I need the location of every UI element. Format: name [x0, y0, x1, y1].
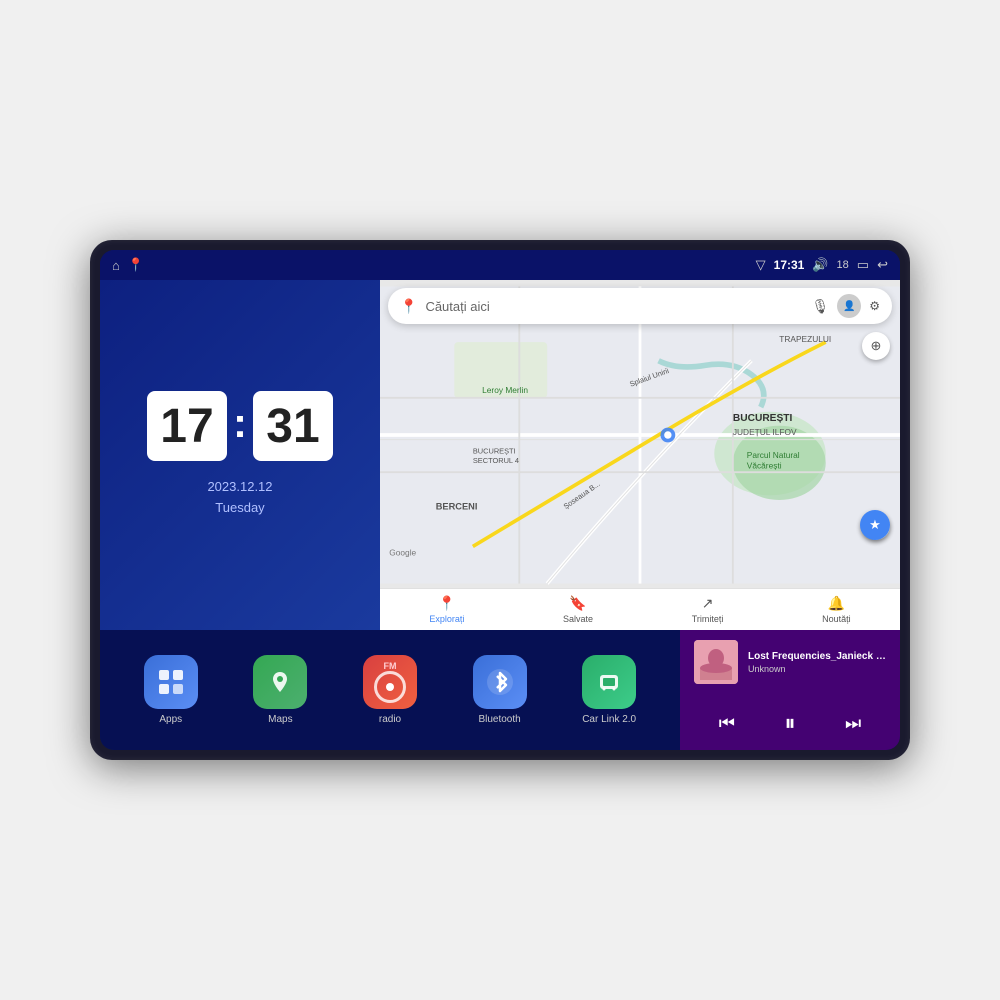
bluetooth-label: Bluetooth — [478, 714, 520, 725]
map-search-bar[interactable]: 📍 Căutați aici 🎙 👤 ⚙ — [388, 288, 892, 324]
music-artist: Unknown — [748, 664, 886, 674]
explore-label: Explorați — [429, 614, 464, 624]
map-nav-explore[interactable]: 📍 Explorați — [429, 595, 464, 624]
status-left-icons: ⌂ 📍 — [112, 257, 144, 273]
svg-text:BUCUREȘTI: BUCUREȘTI — [473, 447, 516, 456]
user-avatar[interactable]: 👤 — [837, 294, 861, 318]
music-title: Lost Frequencies_Janieck Devy-... — [748, 651, 886, 662]
svg-text:TRAPEZULUI: TRAPEZULUI — [779, 334, 831, 344]
svg-text:BERCENI: BERCENI — [436, 501, 478, 511]
music-thumbnail — [694, 640, 738, 684]
battery-icon: ▭ — [857, 257, 869, 273]
carlink-label: Car Link 2.0 — [582, 714, 636, 725]
map-panel[interactable]: 📍 Căutați aici 🎙 👤 ⚙ — [380, 280, 900, 630]
status-time: 17:31 — [774, 258, 805, 272]
svg-text:BUCUREȘTI: BUCUREȘTI — [733, 413, 793, 424]
explore-icon: 📍 — [438, 595, 455, 612]
bottom-section: Apps Maps — [100, 630, 900, 750]
map-layer-button[interactable]: ⊕ — [862, 332, 890, 360]
app-item-apps[interactable]: Apps — [144, 655, 198, 725]
settings-icon[interactable]: ⚙ — [869, 299, 880, 313]
google-maps-icon: 📍 — [400, 298, 417, 315]
news-label: Noutăți — [822, 614, 851, 624]
map-nav-news[interactable]: 🔔 Noutăți — [822, 595, 851, 624]
carlink-icon-svg — [595, 668, 623, 696]
bluetooth-icon-svg — [486, 668, 514, 696]
music-thumb-svg — [694, 640, 738, 684]
map-bottom-nav: 📍 Explorați 🔖 Salvate ↗ Trimiteți 🔔 — [380, 588, 900, 630]
maps-icon-svg — [266, 668, 294, 696]
device: ⌂ 📍 ▽ 17:31 🔊 18 ▭ ↩ 17 — [90, 240, 910, 760]
clock-display: 17 : 31 — [147, 391, 333, 461]
radio-icon: FM — [363, 655, 417, 709]
music-controls: ⏮ ⏸ ⏭ — [694, 706, 886, 740]
maps-label: Maps — [268, 714, 292, 725]
status-bar: ⌂ 📍 ▽ 17:31 🔊 18 ▭ ↩ — [100, 250, 900, 280]
status-right-icons: ▽ 17:31 🔊 18 ▭ ↩ — [756, 257, 888, 273]
clock-day-value: Tuesday — [207, 498, 272, 519]
device-screen: ⌂ 📍 ▽ 17:31 🔊 18 ▭ ↩ 17 — [100, 250, 900, 750]
carlink-icon — [582, 655, 636, 709]
svg-text:Leroy Merlin: Leroy Merlin — [482, 385, 528, 395]
apps-grid-icon — [157, 668, 185, 696]
svg-text:SECTORUL 4: SECTORUL 4 — [473, 456, 519, 465]
map-nav-saved[interactable]: 🔖 Salvate — [563, 595, 593, 624]
saved-label: Salvate — [563, 614, 593, 624]
radio-label: radio — [379, 714, 401, 725]
music-info: Lost Frequencies_Janieck Devy-... Unknow… — [694, 640, 886, 684]
apps-area: Apps Maps — [100, 630, 680, 750]
back-icon[interactable]: ↩ — [877, 257, 888, 273]
svg-text:Google: Google — [389, 548, 416, 558]
maps-status-icon[interactable]: 📍 — [128, 257, 144, 273]
app-item-carlink[interactable]: Car Link 2.0 — [582, 655, 636, 725]
mic-icon[interactable]: 🎙 — [811, 298, 829, 315]
app-item-radio[interactable]: FM radio — [363, 655, 417, 725]
share-icon: ↗ — [702, 595, 714, 612]
news-icon: 🔔 — [828, 595, 845, 612]
home-icon[interactable]: ⌂ — [112, 258, 120, 273]
share-label: Trimiteți — [692, 614, 724, 624]
music-meta: Lost Frequencies_Janieck Devy-... Unknow… — [748, 651, 886, 674]
maps-icon-btn — [253, 655, 307, 709]
svg-text:Văcărești: Văcărești — [747, 460, 782, 470]
volume-level: 18 — [837, 259, 849, 271]
apps-label: Apps — [159, 714, 182, 725]
clock-colon: : — [233, 399, 247, 447]
map-svg: BUCUREȘTI JUDEȚUL ILFOV TRAPEZULUI Parcu… — [380, 280, 900, 590]
top-section: 17 : 31 2023.12.12 Tuesday 📍 Căut — [100, 280, 900, 630]
play-pause-button[interactable]: ⏸ — [776, 706, 803, 740]
main-content: 17 : 31 2023.12.12 Tuesday 📍 Căut — [100, 280, 900, 750]
music-player: Lost Frequencies_Janieck Devy-... Unknow… — [680, 630, 900, 750]
app-item-bluetooth[interactable]: Bluetooth — [473, 655, 527, 725]
map-start-button[interactable]: ★ — [860, 510, 890, 540]
bluetooth-icon — [473, 655, 527, 709]
signal-icon: ▽ — [756, 257, 766, 273]
saved-icon: 🔖 — [569, 595, 586, 612]
apps-icon — [144, 655, 198, 709]
next-button[interactable]: ⏭ — [837, 709, 869, 738]
prev-button[interactable]: ⏮ — [711, 709, 743, 738]
clock-minutes: 31 — [253, 391, 333, 461]
app-item-maps[interactable]: Maps — [253, 655, 307, 725]
map-nav-share[interactable]: ↗ Trimiteți — [692, 595, 724, 624]
clock-panel: 17 : 31 2023.12.12 Tuesday — [100, 280, 380, 630]
volume-icon: 🔊 — [812, 257, 828, 273]
map-search-input[interactable]: Căutați aici — [425, 299, 803, 314]
clock-date-value: 2023.12.12 — [207, 477, 272, 498]
svg-text:Parcul Natural: Parcul Natural — [747, 450, 800, 460]
svg-text:JUDEȚUL ILFOV: JUDEȚUL ILFOV — [733, 427, 797, 437]
clock-hours: 17 — [147, 391, 227, 461]
map-background: BUCUREȘTI JUDEȚUL ILFOV TRAPEZULUI Parcu… — [380, 280, 900, 590]
clock-date: 2023.12.12 Tuesday — [207, 477, 272, 519]
